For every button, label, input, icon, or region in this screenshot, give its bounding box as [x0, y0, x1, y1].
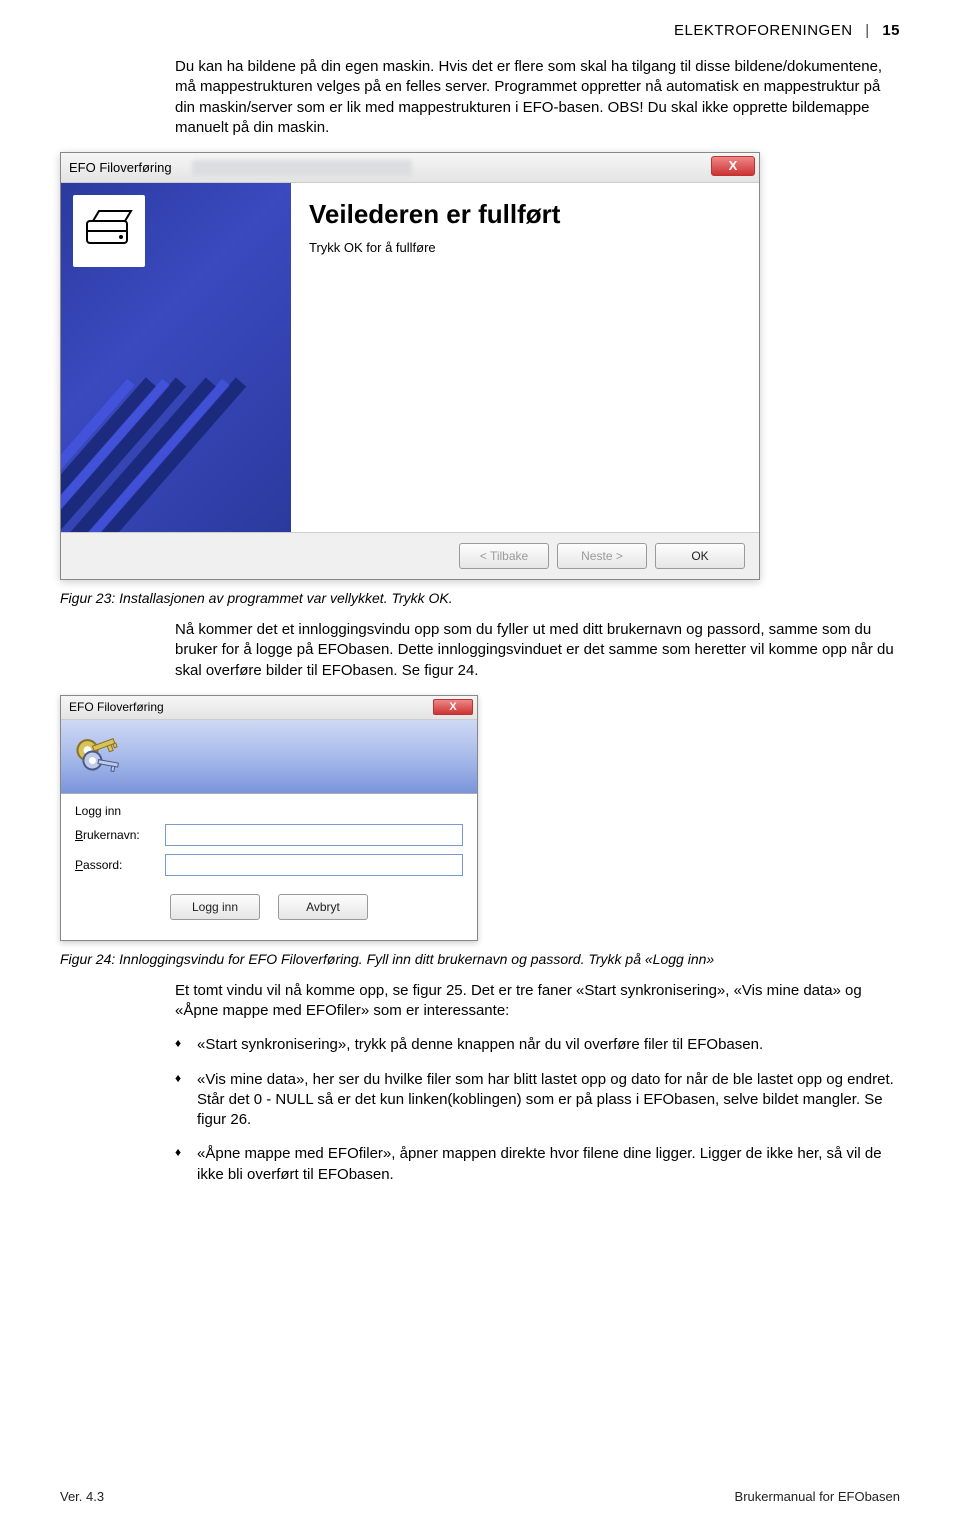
cancel-button[interactable]: Avbryt [278, 894, 368, 920]
login-dialog-title: EFO Filoverføring [69, 700, 164, 714]
footer-title: Brukermanual for EFObasen [735, 1489, 900, 1504]
back-button[interactable]: < Tilbake [459, 543, 549, 569]
login-button-row: Logg inn Avbryt [75, 884, 463, 934]
page-header: ELEKTROFORENINGEN | 15 [60, 22, 900, 39]
bullet-item: «Åpne mappe med EFOfiler», åpner mappen … [175, 1144, 900, 1185]
dialog-body: Veilederen er fullført Trykk OK for å fu… [61, 183, 759, 533]
login-button[interactable]: Logg inn [170, 894, 260, 920]
login-close-button[interactable]: X [433, 699, 473, 715]
ok-button[interactable]: OK [655, 543, 745, 569]
header-separator: | [865, 22, 869, 39]
password-row: Passord: [75, 854, 463, 876]
wizard-complete-dialog: EFO Filoverføring X [60, 152, 760, 580]
close-icon: X [449, 701, 456, 713]
dialog-titlebar[interactable]: EFO Filoverføring X [61, 153, 759, 183]
dialog-title: EFO Filoverføring [69, 160, 172, 175]
login-banner [61, 720, 477, 794]
next-button[interactable]: Neste > [557, 543, 647, 569]
password-input[interactable] [165, 854, 463, 876]
username-label: Brukernavn: [75, 828, 165, 842]
intro-paragraph: Du kan ha bildene på din egen maskin. Hv… [175, 57, 900, 138]
password-label: Passord: [75, 858, 165, 872]
page-number: 15 [882, 22, 900, 39]
page-footer: Ver. 4.3 Brukermanual for EFObasen [60, 1489, 900, 1504]
wizard-heading: Veilederen er fullført [309, 199, 741, 230]
login-dialog: EFO Filoverføring X Logg inn [60, 695, 478, 941]
bullet-item: «Vis mine data», her ser du hvilke filer… [175, 1070, 900, 1131]
dialog-sidebar [61, 183, 291, 532]
tabs-intro-paragraph: Et tomt vindu vil nå komme opp, se figur… [175, 981, 900, 1022]
login-titlebar[interactable]: EFO Filoverføring X [61, 696, 477, 720]
org-name: ELEKTROFORENINGEN [674, 22, 853, 39]
figure-23-caption: Figur 23: Installasjonen av programmet v… [60, 590, 900, 606]
bullet-item: «Start synkronisering», trykk på denne k… [175, 1035, 900, 1055]
username-input[interactable] [165, 824, 463, 846]
username-row: Brukernavn: [75, 824, 463, 846]
dialog-main: Veilederen er fullført Trykk OK for å fu… [291, 183, 759, 532]
blurred-text [192, 160, 412, 176]
dialog-button-row: < Tilbake Neste > OK [61, 533, 759, 579]
bullet-list: «Start synkronisering», trykk på denne k… [175, 1035, 900, 1185]
keys-icon [71, 728, 131, 788]
footer-version: Ver. 4.3 [60, 1489, 104, 1504]
decorative-stripes [61, 342, 291, 532]
login-body: Logg inn Brukernavn: Passord: Logg inn A… [61, 794, 477, 940]
close-icon: X [729, 158, 738, 173]
wizard-subtext: Trykk OK for å fullføre [309, 240, 741, 255]
scanner-icon [73, 195, 145, 267]
close-button[interactable]: X [711, 156, 755, 176]
figure-24-caption: Figur 24: Innloggingsvindu for EFO Filov… [60, 951, 900, 967]
login-intro-paragraph: Nå kommer det et innloggingsvindu opp so… [175, 620, 900, 681]
login-label: Logg inn [75, 804, 463, 818]
